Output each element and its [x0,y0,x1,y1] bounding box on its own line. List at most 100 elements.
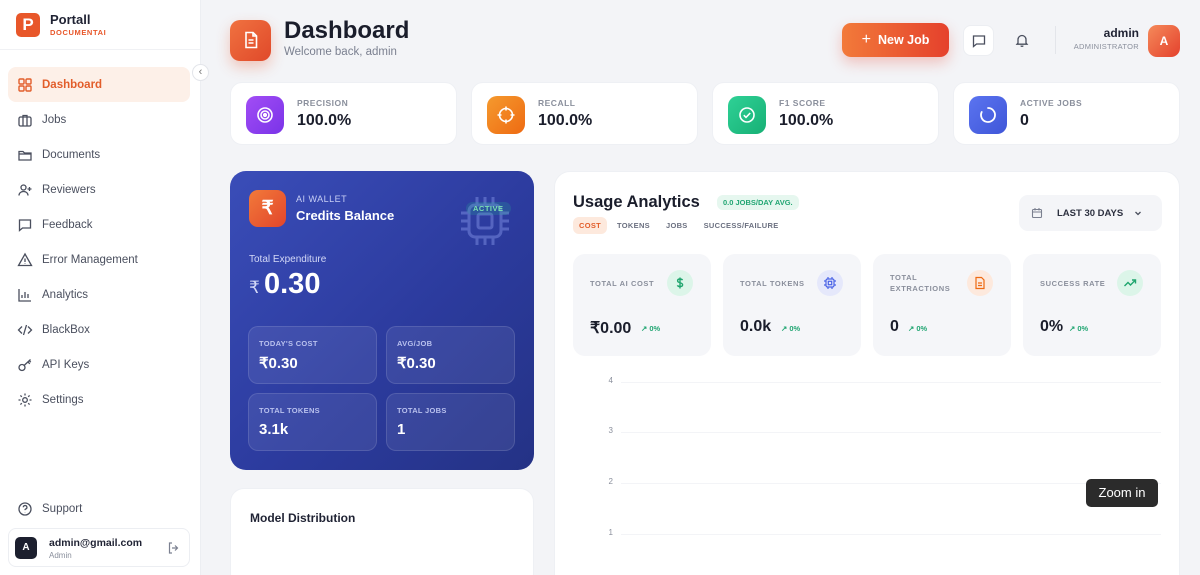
expenditure-amount: 0.30 [264,268,321,300]
sidebar-item-feedback[interactable]: Feedback [8,207,190,242]
folder-icon [17,147,42,163]
wallet-title: Credits Balance [296,208,395,223]
collapse-sidebar-button[interactable]: ‹ [192,64,209,81]
file-icon [967,270,993,296]
gear-icon [17,392,42,408]
chip-icon [455,191,515,251]
stat-label: ACTIVE JOBS [1020,98,1083,108]
sidebar-nav: Dashboard Jobs Documents Reviewers Feedb… [8,67,190,417]
usage-analytics-card: Usage Analytics 0.0 JOBS/DAY AVG. COST T… [554,171,1180,575]
loader-icon [969,96,1007,134]
stat-card-recall: RECALL 100.0% [471,82,698,145]
sidebar-item-error-management[interactable]: Error Management [8,242,190,277]
y-tick-label: 3 [608,426,613,435]
wallet-tile-total-jobs: TOTAL JOBS 1 [386,393,515,451]
sidebar-item-settings[interactable]: Settings [8,382,190,417]
warning-icon [17,252,42,268]
page-subtitle: Welcome back, admin [284,46,397,58]
support-label: Support [42,503,83,515]
metric-card-total-tokens: TOTAL TOKENS 0.0k ↗ 0% [723,254,861,356]
usage-tabs: COST TOKENS JOBS SUCCESS/FAILURE [573,217,785,234]
trending-up-icon [1117,270,1143,296]
sidebar: P Portall DOCUMENTAI Dashboard Jobs Docu… [0,0,201,575]
sidebar-item-label: Feedback [42,218,93,231]
trend-up-icon: ↗ [1069,324,1076,333]
dollar-icon [667,270,693,296]
sidebar-item-reviewers[interactable]: Reviewers [8,172,190,207]
sidebar-item-label: Reviewers [42,183,96,196]
status-badge: ACTIVE [466,202,511,215]
tile-value: ₹0.30 [259,355,298,372]
sidebar-item-jobs[interactable]: Jobs [8,102,190,137]
tile-label: TOTAL TOKENS [259,406,320,415]
stat-value: 0 [1020,112,1029,129]
wallet-tile-todays-cost: TODAY'S COST ₹0.30 [248,326,377,384]
sidebar-item-analytics[interactable]: Analytics [8,277,190,312]
chevron-down-icon [1133,208,1143,218]
metric-label: TOTAL TOKENS [740,279,805,288]
brand-logo[interactable]: P [16,13,40,37]
logout-icon[interactable] [167,541,181,555]
notifications-button[interactable] [1006,25,1037,56]
date-range-label: LAST 30 DAYS [1057,207,1124,219]
metric-trend: ↗ 0% [908,324,927,333]
support-link[interactable]: Support [17,501,82,517]
sidebar-item-label: Analytics [42,288,89,301]
metric-value: ₹0.00 [590,320,632,337]
metric-trend: ↗ 0% [641,324,660,333]
sidebar-item-label: Documents [42,148,101,161]
header-user-role: ADMINISTRATOR [1073,42,1139,51]
sidebar-item-label: API Keys [42,358,90,371]
header-avatar[interactable]: A [1148,25,1180,57]
user-email: admin@gmail.com [49,537,143,549]
tile-value: ₹0.30 [397,355,436,372]
sidebar-item-blackbox[interactable]: BlackBox [8,312,190,347]
stat-label: RECALL [538,98,576,108]
tile-value: 1 [397,421,406,438]
metric-label: TOTAL AI COST [590,279,655,288]
calendar-icon [1031,207,1043,219]
metric-trend: ↗ 0% [781,324,800,333]
sidebar-item-label: BlackBox [42,323,90,336]
usage-title: Usage Analytics [573,193,700,211]
page-title: Dashboard [284,17,410,44]
bar-chart-icon [17,287,42,303]
tab-jobs[interactable]: JOBS [660,217,694,234]
trend-value: 0% [916,324,928,333]
message-icon [17,217,42,233]
sidebar-item-documents[interactable]: Documents [8,137,190,172]
key-icon [17,357,42,373]
expenditure-label: Total Expenditure [249,254,327,265]
sidebar-item-label: Jobs [42,113,67,126]
sidebar-item-api-keys[interactable]: API Keys [8,347,190,382]
stat-card-precision: PRECISION 100.0% [230,82,457,145]
y-tick-label: 2 [608,477,613,486]
date-range-select[interactable]: LAST 30 DAYS [1019,195,1162,231]
gridline [621,483,1161,484]
new-job-button[interactable]: + New Job [842,23,949,57]
tab-cost[interactable]: COST [573,217,608,234]
wallet-kicker: AI WALLET [296,194,348,204]
new-job-label: New Job [877,33,930,47]
sidebar-item-dashboard[interactable]: Dashboard [8,67,190,102]
metric-label: SUCCESS RATE [1040,279,1106,288]
trend-up-icon: ↗ [908,324,915,333]
stat-label: PRECISION [297,98,349,108]
briefcase-icon [17,112,42,128]
y-tick-label: 1 [608,528,613,537]
user-plus-icon [17,182,42,198]
user-role: Admin [49,551,72,560]
bell-icon [1006,32,1037,48]
messages-button[interactable] [963,25,994,56]
tab-success-failure[interactable]: SUCCESS/FAILURE [698,217,785,234]
model-distribution-title: Model Distribution [250,511,356,525]
rupee-icon: ₹ [249,190,286,227]
user-card[interactable]: A admin@gmail.com Admin [8,528,190,567]
stat-label: F1 SCORE [779,98,826,108]
gridline [621,432,1161,433]
tile-label: TODAY'S COST [259,339,318,348]
tab-tokens[interactable]: TOKENS [611,217,656,234]
trend-value: 0% [789,324,801,333]
avatar: A [15,537,37,559]
sidebar-item-label: Error Management [42,253,138,266]
